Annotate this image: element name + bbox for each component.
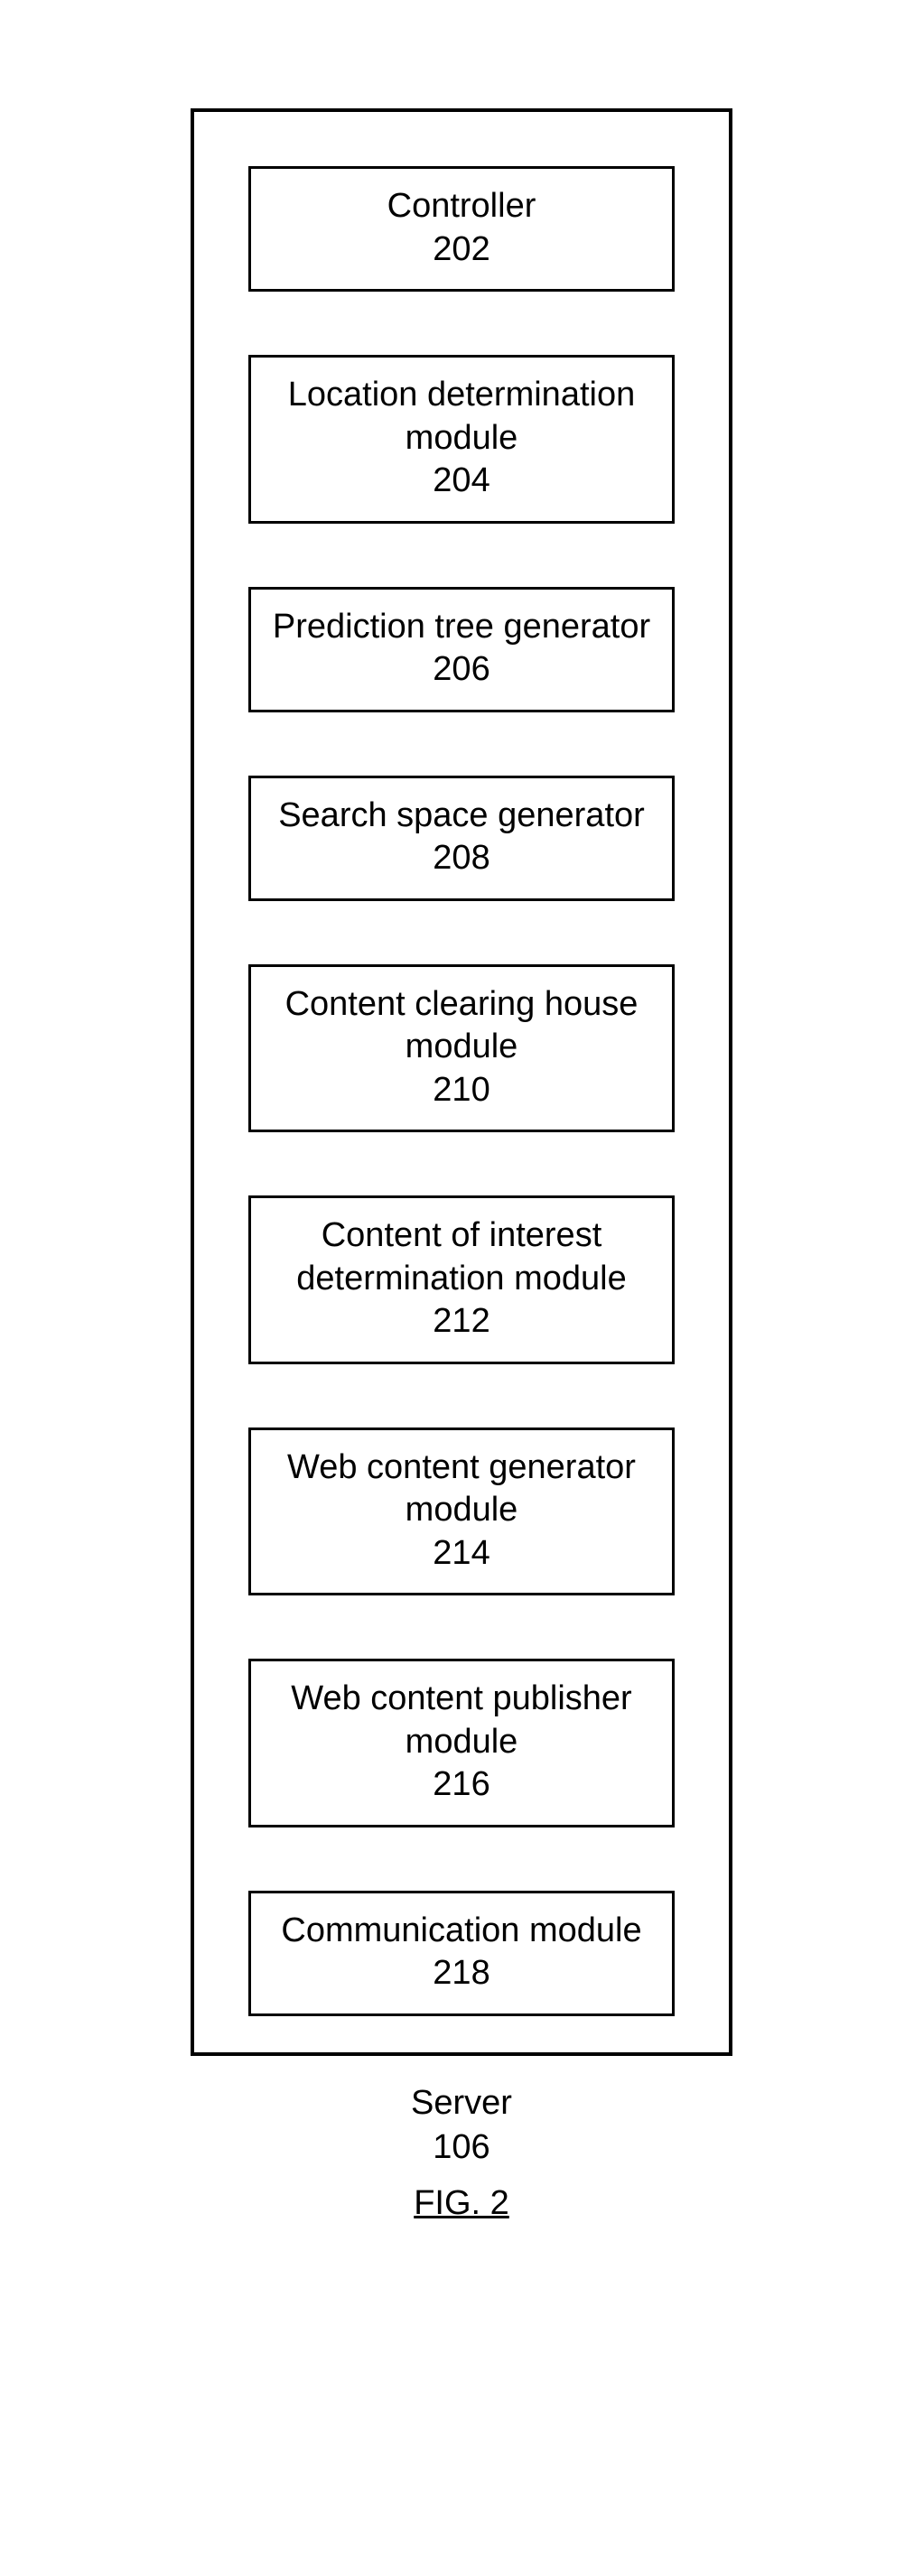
module-number: 218 [260, 1952, 663, 1995]
module-number: 202 [260, 228, 663, 272]
module-location-determination: Location determination module 204 [248, 355, 675, 524]
module-number: 208 [260, 837, 663, 880]
module-web-content-generator: Web content generator module 214 [248, 1427, 675, 1596]
module-label: Content of interest determination module [260, 1214, 663, 1300]
module-number: 204 [260, 460, 663, 503]
module-number: 210 [260, 1069, 663, 1112]
module-label: Prediction tree generator [260, 606, 663, 649]
module-web-content-publisher: Web content publisher module 216 [248, 1659, 675, 1827]
module-label: Location determination module [260, 374, 663, 460]
module-content-clearing-house: Content clearing house module 210 [248, 964, 675, 1133]
module-label: Web content generator module [260, 1446, 663, 1532]
module-label: Communication module [260, 1910, 663, 1953]
module-label: Web content publisher module [260, 1678, 663, 1763]
module-label: Content clearing house module [260, 983, 663, 1069]
caption-number: 106 [433, 2128, 489, 2166]
module-label: Search space generator [260, 795, 663, 838]
module-number: 216 [260, 1763, 663, 1807]
module-search-space-generator: Search space generator 208 [248, 776, 675, 901]
server-caption: Server 106 [411, 2081, 512, 2171]
module-content-of-interest-determination: Content of interest determination module… [248, 1195, 675, 1364]
diagram-wrapper: Controller 202 Location determination mo… [191, 108, 732, 2223]
module-controller: Controller 202 [248, 166, 675, 292]
module-communication: Communication module 218 [248, 1891, 675, 2016]
caption-label: Server [411, 2084, 512, 2122]
module-number: 212 [260, 1300, 663, 1344]
module-prediction-tree-generator: Prediction tree generator 206 [248, 587, 675, 712]
module-number: 206 [260, 648, 663, 692]
server-container-box: Controller 202 Location determination mo… [191, 108, 732, 2056]
module-label: Controller [260, 185, 663, 228]
module-number: 214 [260, 1532, 663, 1576]
figure-label: FIG. 2 [414, 2184, 509, 2223]
